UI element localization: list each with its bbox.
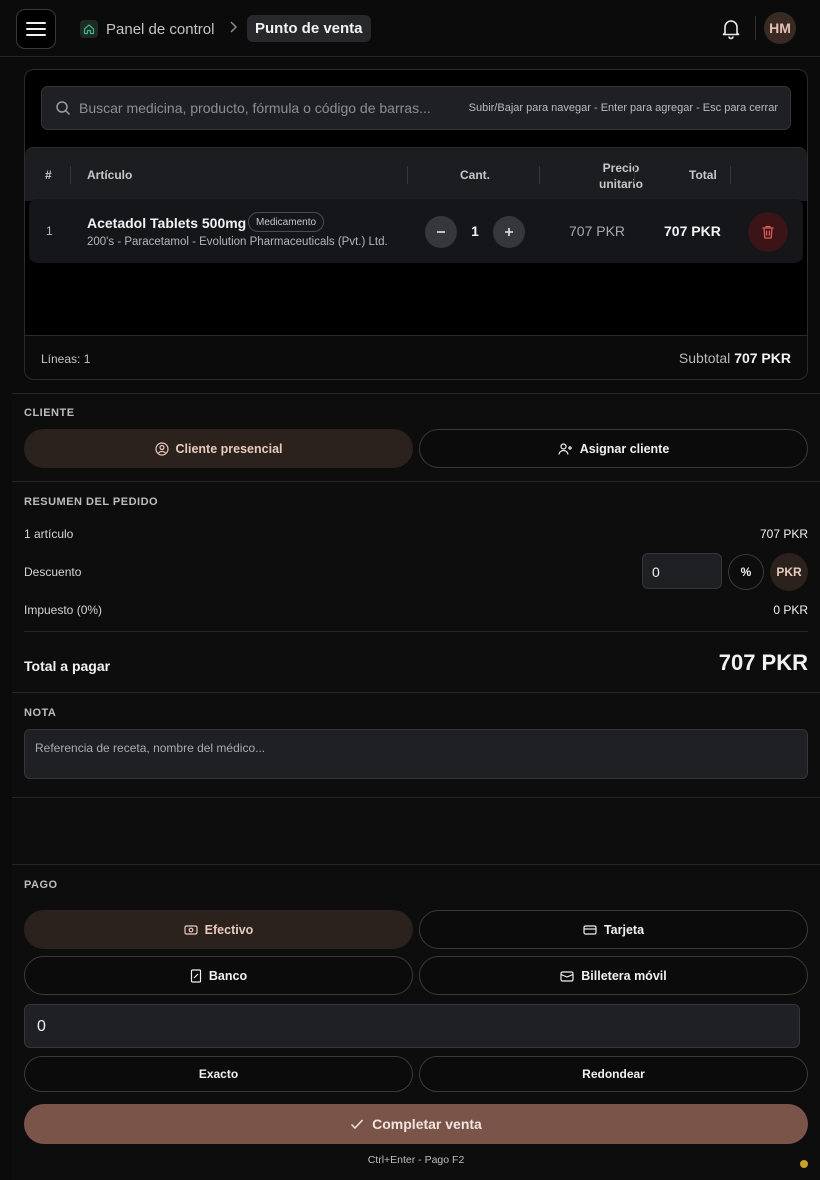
quantity-value: 1 (471, 223, 479, 239)
tax-row: Impuesto (0%) 0 PKR (24, 603, 808, 617)
increase-qty-button[interactable] (493, 216, 525, 248)
summary-items-row: 1 artículo 707 PKR (24, 527, 808, 541)
payment-bank-button[interactable]: Banco (24, 956, 413, 995)
home-icon (80, 20, 98, 38)
currency-discount-button[interactable]: PKR (770, 553, 808, 591)
items-value: 707 PKR (759, 527, 808, 541)
subtotal-value: 707 PKR (734, 350, 791, 366)
divider (24, 631, 808, 632)
table-header: # Artículo Cant. Precio unitario Total (25, 147, 807, 201)
decrease-qty-button[interactable] (425, 216, 457, 248)
payment-mobile-wallet-button[interactable]: Billetera móvil (419, 956, 808, 995)
menu-button[interactable] (16, 9, 56, 49)
check-icon (351, 1119, 364, 1130)
divider (12, 481, 820, 482)
tax-label: Impuesto (0%) (24, 603, 103, 617)
discount-label: Descuento (24, 565, 82, 579)
credit-card-icon (583, 924, 597, 935)
payment-mobile-wallet-label: Billetera móvil (581, 968, 667, 983)
summary-section-label: RESUMEN DEL PEDIDO (24, 496, 159, 508)
remove-item-button[interactable] (748, 212, 788, 252)
divider (12, 864, 820, 865)
column-divider (539, 166, 540, 184)
items-count-label: 1 artículo (24, 527, 74, 541)
assign-client-button[interactable]: Asignar cliente (419, 429, 808, 468)
breadcrumb-home[interactable]: Panel de control (80, 16, 214, 42)
column-divider (70, 166, 71, 184)
top-bar: Panel de control Punto de venta HM (0, 0, 820, 57)
user-circle-icon (154, 441, 169, 456)
column-header-unit-price-line1: Precio (602, 161, 640, 175)
cash-icon (184, 924, 198, 935)
column-divider (407, 166, 408, 184)
note-textarea[interactable]: Referencia de receta, nombre del médico.… (24, 729, 808, 779)
search-icon (56, 101, 71, 116)
breadcrumb-current: Punto de venta (247, 15, 371, 42)
search-hint: Subir/Bajar para navegar - Enter para ag… (468, 102, 778, 114)
divider (12, 692, 820, 693)
row-number: 1 (46, 224, 53, 238)
walk-in-client-label: Cliente presencial (175, 441, 283, 456)
bell-icon[interactable] (719, 16, 743, 40)
total-label: Total a pagar (24, 658, 111, 674)
column-header-num: # (45, 168, 52, 182)
product-details: 200's - Paracetamol - Evolution Pharmace… (87, 236, 388, 248)
hamburger-icon (26, 22, 46, 36)
bank-icon (190, 968, 201, 983)
trash-icon (762, 225, 774, 239)
minus-icon (437, 231, 445, 233)
search-input[interactable]: Buscar medicina, producto, fórmula o cód… (41, 86, 791, 130)
wallet-icon (560, 970, 574, 982)
column-header-total: Total (689, 168, 717, 182)
payment-cash-button[interactable]: Efectivo (24, 910, 413, 949)
table-row[interactable]: 1 Acetadol Tablets 500mg Medicamento 200… (29, 199, 803, 263)
divider (12, 797, 820, 798)
tax-value: 0 PKR (773, 603, 808, 617)
discount-input[interactable]: 0 (642, 553, 722, 589)
payment-card-button[interactable]: Tarjeta (419, 910, 808, 949)
search-placeholder: Buscar medicina, producto, fórmula o cód… (79, 100, 431, 116)
avatar[interactable]: HM (764, 12, 796, 44)
payment-amount-input[interactable]: 0 (24, 1004, 800, 1048)
column-header-unit-price-line2: unitario (599, 177, 643, 191)
payment-section-label: PAGO (24, 879, 58, 891)
exact-amount-button[interactable]: Exacto (24, 1056, 413, 1092)
cart-footer: Líneas: 1 Subtotal 707 PKR (25, 335, 807, 379)
unit-price: 707 PKR (569, 223, 626, 239)
walk-in-client-button[interactable]: Cliente presencial (24, 429, 413, 468)
divider (755, 16, 756, 40)
chevron-right-icon (230, 21, 238, 33)
lines-count: Líneas: 1 (41, 352, 91, 366)
column-header-article: Artículo (87, 168, 133, 182)
assign-client-label: Asignar cliente (579, 441, 670, 456)
product-name: Acetadol Tablets 500mg (87, 215, 247, 231)
total-value: 707 PKR (718, 650, 808, 675)
note-section-label: NOTA (24, 707, 57, 719)
percent-discount-button[interactable]: % (728, 554, 764, 590)
payment-cash-label: Efectivo (204, 922, 254, 937)
status-dot (800, 1160, 808, 1168)
subtotal: Subtotal 707 PKR (679, 350, 791, 366)
column-header-qty: Cant. (460, 168, 490, 182)
subtotal-label: Subtotal (678, 350, 731, 366)
divider (12, 393, 820, 394)
payment-card-label: Tarjeta (603, 922, 645, 937)
column-divider (730, 166, 731, 184)
column-divider (634, 166, 635, 184)
line-total: 707 PKR (664, 223, 721, 239)
user-plus-icon (558, 442, 572, 455)
column-header-unit-price: Precio unitario (575, 160, 667, 192)
plus-icon (505, 228, 513, 236)
cart-panel: Buscar medicina, producto, fórmula o cód… (24, 69, 808, 380)
payment-bank-label: Banco (208, 968, 248, 983)
breadcrumb-home-label: Panel de control (106, 20, 215, 38)
shortcut-hint: Ctrl+Enter - Pago F2 (367, 1154, 465, 1166)
client-section-label: CLIENTE (24, 407, 75, 419)
round-amount-button[interactable]: Redondear (419, 1056, 808, 1092)
complete-sale-button[interactable]: Completar venta (24, 1104, 808, 1144)
complete-sale-label: Completar venta (372, 1116, 482, 1132)
product-type-badge: Medicamento (248, 212, 325, 232)
